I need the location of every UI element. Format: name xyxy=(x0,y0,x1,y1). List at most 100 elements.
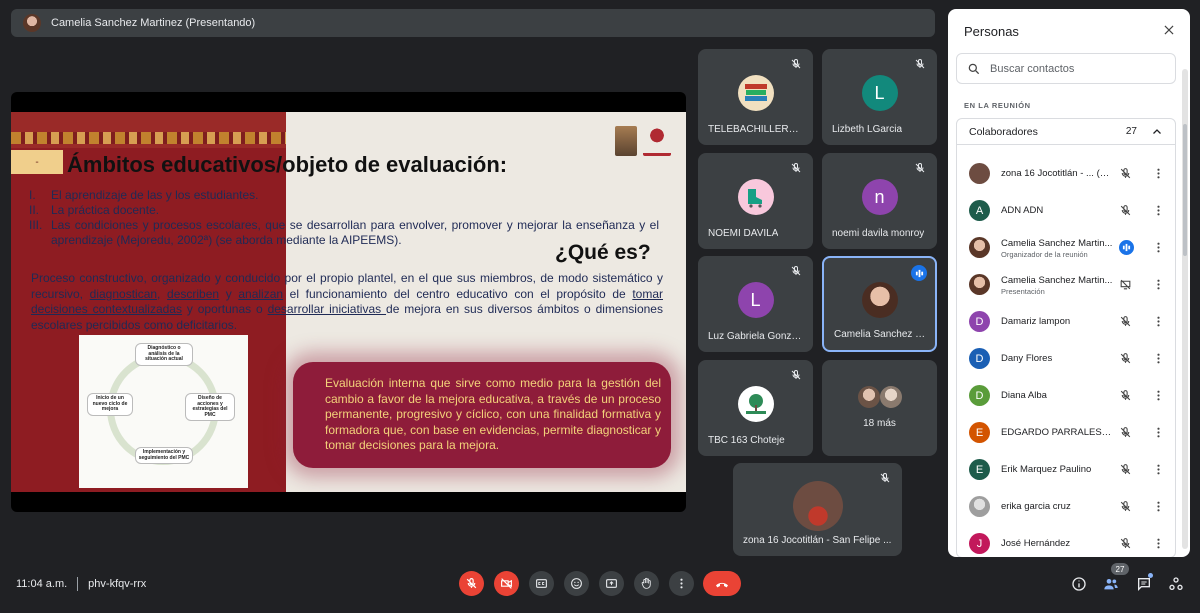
more-participants-tile[interactable]: 18 más xyxy=(822,360,937,456)
person-name: Damariz lampon xyxy=(1001,316,1071,327)
slide-title: Ámbitos educativos/objeto de evaluación: xyxy=(67,152,508,177)
screen-share-off-icon[interactable] xyxy=(1119,278,1132,291)
present-screen-button[interactable] xyxy=(599,571,624,596)
participant-name: Camelia Sanchez M... xyxy=(834,329,930,340)
participant-name: zona 16 Jocotitlán - San Felipe ... xyxy=(743,535,892,546)
mic-off-icon[interactable] xyxy=(1119,352,1132,365)
divider xyxy=(77,577,79,591)
hand-icon xyxy=(641,577,651,589)
list-item[interactable]: E EDGARDO PARRALES C... xyxy=(957,414,1177,451)
avatar: D xyxy=(969,348,990,369)
presenter-bar: Camelia Sanchez Martinez (Presentando) xyxy=(11,9,935,37)
para-underline: diagnostican xyxy=(89,286,158,301)
info-icon[interactable] xyxy=(1071,576,1087,592)
person-name: ADN ADN xyxy=(1001,205,1044,216)
participant-name: noemi davila monroy xyxy=(832,228,925,239)
mic-off-icon[interactable] xyxy=(1119,167,1132,180)
presenter-label: Camelia Sanchez Martinez (Presentando) xyxy=(51,17,256,29)
more-options-icon[interactable] xyxy=(1152,278,1165,291)
mic-off-icon[interactable] xyxy=(1119,426,1132,439)
mic-toggle-button[interactable] xyxy=(459,571,484,596)
slide-logos xyxy=(615,126,671,156)
more-options-icon[interactable] xyxy=(1152,315,1165,328)
slide-list-item: I. El aprendizaje de las y los estudiante… xyxy=(29,188,659,203)
para-underline: describen xyxy=(167,286,220,301)
more-options-icon[interactable] xyxy=(1152,167,1165,180)
leave-call-button[interactable] xyxy=(703,571,741,596)
list-number: I. xyxy=(29,188,36,202)
people-icon[interactable] xyxy=(1103,576,1119,592)
panel-scrollbar-thumb[interactable] xyxy=(1183,124,1187,256)
search-input[interactable]: Buscar contactos xyxy=(956,53,1176,84)
more-options-icon[interactable] xyxy=(1152,426,1165,439)
captions-icon xyxy=(536,579,547,588)
raise-hand-button[interactable] xyxy=(634,571,659,596)
list-item[interactable]: D Diana Alba xyxy=(957,377,1177,414)
participant-name: TELEBACHILLERAT... xyxy=(708,124,804,135)
person-name: erika garcia cruz xyxy=(1001,501,1071,512)
para-underline: analizan xyxy=(238,286,284,301)
participant-tile-active-speaker[interactable]: Camelia Sanchez M... xyxy=(822,256,937,352)
avatar: L xyxy=(737,282,774,319)
slide-tab: - xyxy=(11,150,63,174)
list-item[interactable]: erika garcia cruz xyxy=(957,488,1177,525)
mic-off-icon xyxy=(791,58,801,69)
person-name: EDGARDO PARRALES C... xyxy=(1001,427,1113,438)
list-item[interactable]: J José Hernández xyxy=(957,525,1177,557)
group-header[interactable]: Colaboradores 27 xyxy=(957,119,1175,145)
participant-tile[interactable]: L Lizbeth LGarcia xyxy=(822,49,937,145)
participant-tile[interactable]: L Luz Gabriela Gonza... xyxy=(698,256,813,352)
captions-button[interactable] xyxy=(529,571,554,596)
close-icon[interactable] xyxy=(1162,23,1176,37)
diagram-node: Diseño de acciones y estrategias del PMC xyxy=(185,393,235,421)
activities-icon[interactable] xyxy=(1168,576,1184,592)
list-item[interactable]: Camelia Sanchez Martin... Organizador de… xyxy=(957,229,1177,266)
mic-off-icon[interactable] xyxy=(1119,537,1132,550)
collaborators-group: Colaboradores 27 zona 16 Jocotitlán - ..… xyxy=(956,118,1176,557)
more-options-icon[interactable] xyxy=(1152,500,1165,513)
avatar xyxy=(858,386,880,408)
mic-off-icon[interactable] xyxy=(1119,389,1132,402)
more-options-icon[interactable] xyxy=(1152,352,1165,365)
more-options-icon xyxy=(680,578,683,589)
mic-off-icon[interactable] xyxy=(1119,463,1132,476)
participant-tile[interactable]: n noemi davila monroy xyxy=(822,153,937,249)
mic-off-icon[interactable] xyxy=(1119,500,1132,513)
list-item[interactable]: D Dany Flores xyxy=(957,340,1177,377)
more-options-icon[interactable] xyxy=(1152,389,1165,402)
chevron-up-icon[interactable] xyxy=(1151,126,1163,138)
speaking-indicator-icon xyxy=(911,265,927,281)
chat-icon[interactable] xyxy=(1136,576,1152,592)
more-count-label: 18 más xyxy=(863,418,896,429)
more-options-icon[interactable] xyxy=(1152,463,1165,476)
more-options-button[interactable] xyxy=(669,571,694,596)
mic-off-icon[interactable] xyxy=(1119,315,1132,328)
slide-subtitle: ¿Qué es? xyxy=(555,241,651,264)
more-options-icon[interactable] xyxy=(1152,204,1165,217)
para-text: y xyxy=(219,286,239,301)
people-panel: Personas Buscar contactos EN LA REUNIÓN … xyxy=(948,9,1190,557)
participant-tile[interactable]: TBC 163 Choteje xyxy=(698,360,813,456)
para-text: el funcionamiento del centro educativo c… xyxy=(283,286,633,301)
slide-list: I. El aprendizaje de las y los estudiante… xyxy=(29,188,659,248)
participant-tile[interactable]: NOEMI DAVILA xyxy=(698,153,813,249)
skate-icon xyxy=(737,179,774,216)
list-item[interactable]: E Erik Marquez Paulino xyxy=(957,451,1177,488)
para-text: y oportunas o xyxy=(181,302,268,316)
mic-off-icon xyxy=(791,265,801,276)
avatar: D xyxy=(969,385,990,406)
participant-tile[interactable]: TELEBACHILLERAT... xyxy=(698,49,813,145)
avatar xyxy=(861,282,898,319)
participant-tile-self[interactable]: zona 16 Jocotitlán - San Felipe ... xyxy=(733,463,902,556)
more-options-icon[interactable] xyxy=(1152,241,1165,254)
list-number: III. xyxy=(29,218,43,232)
list-item[interactable]: D Damariz lampon xyxy=(957,303,1177,340)
list-item[interactable]: A ADN ADN xyxy=(957,192,1177,229)
list-item[interactable]: Camelia Sanchez Martin... Presentación xyxy=(957,266,1177,303)
list-item[interactable]: zona 16 Jocotitlán - ... (Tú) xyxy=(957,155,1177,192)
mic-off-icon[interactable] xyxy=(1119,204,1132,217)
presenter-avatar xyxy=(23,14,41,32)
more-options-icon[interactable] xyxy=(1152,537,1165,550)
camera-toggle-button[interactable] xyxy=(494,571,519,596)
reactions-button[interactable] xyxy=(564,571,589,596)
